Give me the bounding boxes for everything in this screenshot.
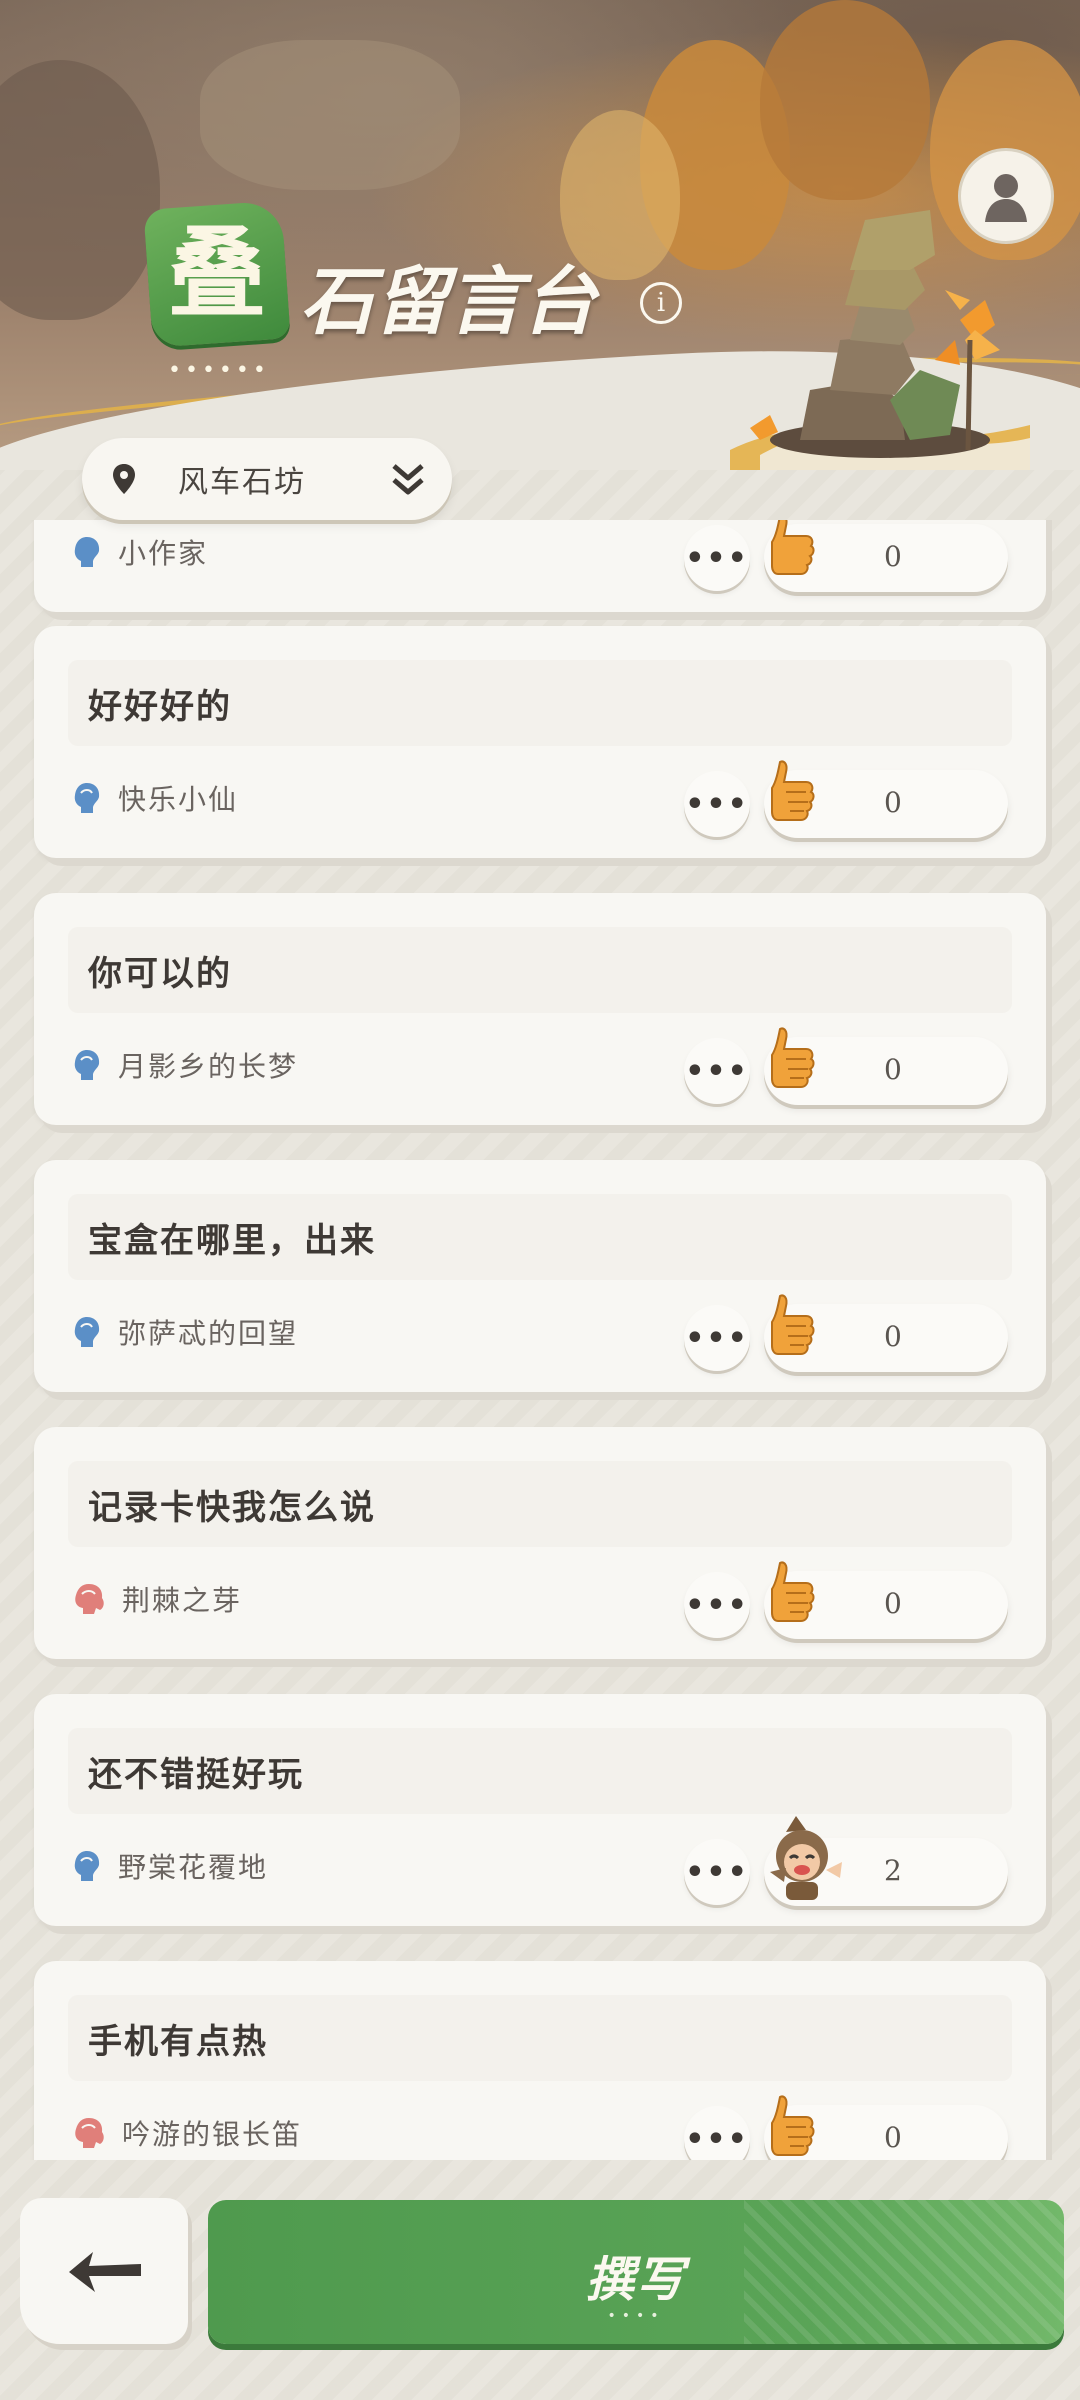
message-card: 好好好的快乐小仙 ••• 0 [34,626,1046,858]
like-count: 2 [884,1854,902,1887]
male-head-icon [74,783,100,813]
more-options-icon: ••• [685,1587,749,1623]
logo-badge: 叠 [143,200,291,348]
more-options-icon: ••• [685,786,749,822]
message-card: 小作家 ••• 0 [34,520,1046,612]
like-button[interactable]: 0 [764,1027,1008,1105]
like-button[interactable]: 2 [764,1816,1008,1906]
author-name: 荆棘之芽 [122,1584,243,1617]
male-head-icon [74,1851,100,1881]
more-options-button[interactable]: ••• [684,2106,750,2160]
more-options-icon: ••• [685,1854,749,1890]
message-card: 还不错挺好玩野棠花覆地 ••• 2 [34,1694,1046,1926]
message-card: 记录卡快我怎么说荆棘之芽 ••• 0 [34,1427,1046,1659]
female-head-icon [75,1584,104,1614]
author-name: 快乐小仙 [118,783,239,816]
author-name: 野棠花覆地 [118,1851,269,1884]
more-options-button[interactable]: ••• [684,525,750,591]
author-name: 弥萨忒的回望 [118,1317,299,1350]
author-name: 月影乡的长梦 [118,1050,299,1083]
thumbs-up-icon [771,1561,815,1622]
thumbs-up-icon [771,520,815,575]
more-options-icon: ••• [685,540,749,576]
back-button[interactable] [20,2198,188,2344]
like-count: 0 [884,2121,902,2154]
male-head-icon [74,1050,100,1080]
message-author: 野棠花覆地 [72,1846,268,1886]
like-count: 0 [884,786,902,819]
double-chevron-down-icon [392,464,424,495]
thumbs-up-icon [771,1294,815,1355]
back-arrow-icon [69,2252,141,2292]
message-text: 还不错挺好玩 [68,1728,1012,1814]
message-author: 月影乡的长梦 [72,1045,298,1085]
more-options-button[interactable]: ••• [684,1305,750,1371]
message-text: 手机有点热 [68,1995,1012,2081]
thumbs-up-icon [771,1027,815,1088]
stone-cairn-illustration [730,210,1030,470]
message-text: 宝盒在哪里，出来 [68,1194,1012,1280]
like-button[interactable]: 0 [764,1561,1008,1639]
message-card: 你可以的月影乡的长梦 ••• 0 [34,893,1046,1125]
like-count: 0 [884,1587,902,1620]
write-button-dots: •••• [607,2308,665,2324]
location-pin-icon [113,464,135,494]
more-options-icon: ••• [685,1320,749,1356]
message-author: 吟游的银长笛 [72,2113,302,2153]
more-options-button[interactable]: ••• [684,771,750,837]
more-options-button[interactable]: ••• [684,1839,750,1905]
message-author: 弥萨忒的回望 [72,1312,298,1352]
message-list[interactable]: 小作家 ••• 0 好好好的 快乐小仙 ••• 0 你可以的 月影乡的长梦 ••• 0 宝盒在哪… [0,520,1080,2160]
page-title: 石留言台 [300,259,596,345]
message-author: 快乐小仙 [72,778,238,818]
like-button[interactable]: 0 [764,520,1008,592]
female-head-icon [75,2118,104,2148]
like-button[interactable]: 0 [764,760,1008,838]
logo-dots: •••••• [168,358,270,383]
village-square [200,40,460,190]
message-card: 宝盒在哪里，出来弥萨忒的回望 ••• 0 [34,1160,1046,1392]
more-options-button[interactable]: ••• [684,1572,750,1638]
male-head-icon [74,1317,100,1347]
tree-illustration [0,60,160,320]
header-banner: 叠 •••••• 石留言台 i [0,0,1080,470]
write-button-label: 撰写 [585,2252,686,2308]
info-icon: i [656,288,666,318]
like-count: 0 [884,1053,902,1086]
thumbs-up-icon [771,2095,815,2156]
info-button[interactable]: i [640,282,682,324]
location-selector[interactable]: 风车石坊 [82,438,452,520]
like-count: 0 [884,1320,902,1353]
message-card: 手机有点热吟游的银长笛 ••• 0 [34,1961,1046,2160]
message-author: 荆棘之芽 [72,1579,242,1619]
more-options-button[interactable]: ••• [684,1038,750,1104]
character-sticker-icon [770,1816,842,1900]
author-name: 小作家 [118,537,209,570]
location-name: 风车石坊 [178,465,306,500]
write-button[interactable]: 撰写 •••• [208,2200,1064,2344]
like-button[interactable]: 0 [764,2095,1008,2160]
tree-illustration [760,0,930,200]
author-name: 吟游的银长笛 [122,2118,303,2151]
message-author: 小作家 [72,532,208,572]
more-options-icon: ••• [685,2121,749,2157]
like-count: 0 [884,540,902,573]
thumbs-up-icon [771,760,815,821]
message-text: 记录卡快我怎么说 [68,1461,1012,1547]
message-text: 你可以的 [68,927,1012,1013]
like-button[interactable]: 0 [764,1294,1008,1372]
logo-glyph: 叠 [167,216,267,332]
more-options-icon: ••• [685,1053,749,1089]
message-text: 好好好的 [68,660,1012,746]
male-head-icon [74,537,100,567]
